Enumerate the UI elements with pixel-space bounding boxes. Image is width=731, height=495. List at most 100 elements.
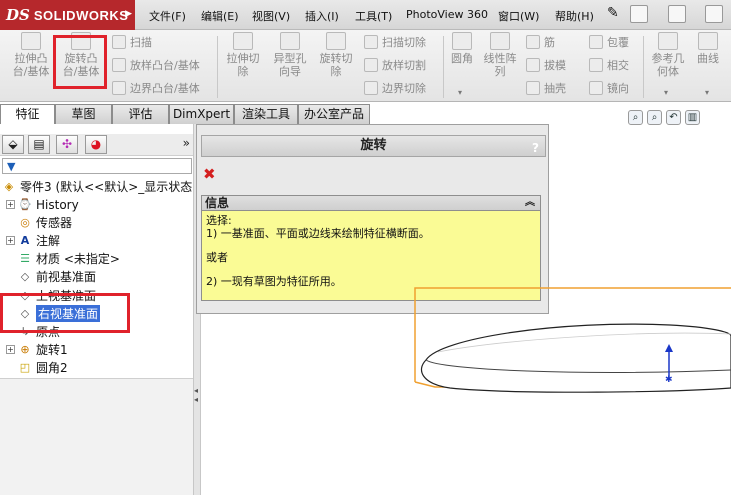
sweep-icon: [112, 35, 126, 49]
expand-icon[interactable]: +: [6, 345, 15, 354]
tab-evaluate[interactable]: 评估: [112, 104, 169, 124]
info-section-title: 信息: [205, 196, 230, 210]
solidworks-logo[interactable]: DS SOLIDWORKS ▶: [0, 0, 135, 30]
sweep-cut-button[interactable]: 扫描切除: [364, 34, 426, 50]
save-icon[interactable]: [705, 5, 723, 23]
zoom-to-fit-icon[interactable]: ⌕: [628, 110, 643, 125]
extrude-cut-button[interactable]: 拉伸切 除: [222, 32, 264, 78]
fillet-dropdown-icon[interactable]: ▾: [458, 88, 462, 97]
feature-tree-tab-icon[interactable]: ⬙: [2, 135, 24, 154]
tree-item-label: 传感器: [36, 216, 73, 230]
menu-edit[interactable]: 编辑(E): [201, 8, 239, 24]
splitter-grip-icon[interactable]: ◂ ◂: [194, 386, 198, 404]
tree-item-front-plane[interactable]: ◇ 前视基准面: [6, 268, 96, 285]
tree-item-history[interactable]: + ⌚ History: [6, 196, 79, 213]
material-icon: ☰: [20, 251, 30, 265]
intersect-label: 相交: [607, 59, 629, 72]
wrap-button[interactable]: 包覆: [589, 34, 629, 50]
menu-file[interactable]: 文件(F): [149, 8, 186, 24]
help-icon[interactable]: ?: [532, 138, 539, 158]
cancel-icon[interactable]: ✖: [203, 165, 216, 183]
loft-cut-label: 放样切割: [382, 59, 426, 72]
tab-sketch[interactable]: 草图: [55, 104, 112, 124]
new-document-icon[interactable]: [630, 5, 648, 23]
boundary-boss-button[interactable]: 边界凸台/基体: [112, 80, 200, 96]
mirror-icon: [589, 81, 603, 95]
pin-icon[interactable]: ✎: [607, 5, 619, 21]
intersect-button[interactable]: 相交: [589, 57, 629, 73]
tree-root-label: 零件3 (默认<<默认>_显示状态: [20, 180, 193, 194]
menu-photoview[interactable]: PhotoView 360: [406, 8, 488, 21]
sweep-label: 扫描: [130, 36, 152, 49]
wrap-label: 包覆: [607, 36, 629, 49]
curves-dropdown-icon[interactable]: ▾: [705, 88, 709, 97]
property-manager-title-bar: 旋转 ?: [201, 135, 546, 157]
loft-boss-icon: [112, 58, 126, 72]
linear-pattern-button[interactable]: 线性阵 列: [480, 32, 520, 78]
draft-button[interactable]: 拔模: [526, 57, 566, 73]
extrude-boss-label: 拉伸凸 台/基体: [12, 52, 50, 78]
model-body[interactable]: [420, 323, 731, 393]
tab-dimxpert[interactable]: DimXpert: [169, 104, 234, 124]
sweep-cut-label: 扫描切除: [382, 36, 426, 49]
extrude-cut-label: 拉伸切 除: [226, 52, 260, 78]
menu-help[interactable]: 帮助(H): [555, 8, 594, 24]
hole-wizard-button[interactable]: 异型孔 向导: [268, 32, 312, 78]
tree-item-sensors[interactable]: ◎ 传感器: [6, 214, 72, 231]
fillet-button[interactable]: 圆角: [446, 32, 478, 65]
section-view-icon[interactable]: ▥: [685, 110, 700, 125]
tree-item-annotations[interactable]: + A 注解: [6, 232, 60, 249]
model-viewport[interactable]: ✱: [380, 270, 731, 495]
boundary-cut-label: 边界切除: [382, 82, 426, 95]
info-line: 选择:: [206, 214, 232, 227]
tree-root[interactable]: ◈ 零件3 (默认<<默认>_显示状态: [2, 178, 193, 195]
boundary-boss-label: 边界凸台/基体: [130, 82, 200, 95]
sweep-button[interactable]: 扫描: [112, 34, 152, 50]
tab-render-tools[interactable]: 渲染工具: [234, 104, 298, 124]
boundary-boss-icon: [112, 81, 126, 95]
previous-view-icon[interactable]: ↶: [666, 110, 681, 125]
reference-geometry-dropdown-icon[interactable]: ▾: [664, 88, 668, 97]
tree-item-fillet2[interactable]: ◰ 圆角2: [6, 359, 68, 376]
collapse-icon[interactable]: ︽: [525, 196, 535, 210]
tree-item-revolve1[interactable]: + ⊕ 旋转1: [6, 341, 68, 358]
origin-marker-icon: ✱: [665, 375, 673, 385]
draft-icon: [526, 58, 540, 72]
menu-window[interactable]: 窗口(W): [498, 8, 539, 24]
shell-label: 抽壳: [544, 82, 566, 95]
reference-geometry-button[interactable]: 参考几 何体: [648, 32, 688, 78]
filter-box[interactable]: ▼: [2, 158, 192, 174]
revolve-cut-label: 旋转切 除: [319, 52, 353, 78]
shell-button[interactable]: 抽壳: [526, 80, 566, 96]
rib-button[interactable]: 筋: [526, 34, 555, 50]
fillet-icon: [452, 32, 472, 50]
mirror-button[interactable]: 镜向: [589, 80, 629, 96]
expand-panel-icon[interactable]: »: [183, 136, 190, 150]
menu-bar: DS SOLIDWORKS ▶ 文件(F) 编辑(E) 视图(V) 插入(I) …: [0, 0, 731, 30]
extrude-boss-button[interactable]: 拉伸凸 台/基体: [9, 32, 53, 78]
loft-cut-button[interactable]: 放样切割: [364, 57, 426, 73]
menu-tools[interactable]: 工具(T): [355, 8, 392, 24]
boundary-cut-button[interactable]: 边界切除: [364, 80, 426, 96]
loft-boss-button[interactable]: 放样凸台/基体: [112, 57, 200, 73]
tree-item-material[interactable]: ☰ 材质 <未指定>: [6, 250, 120, 267]
tab-features[interactable]: 特征: [0, 104, 55, 124]
appearance-tab-icon[interactable]: ◕: [85, 135, 107, 154]
expand-icon[interactable]: +: [6, 200, 15, 209]
open-folder-icon[interactable]: [668, 5, 686, 23]
plane-icon: ◇: [20, 269, 30, 283]
revolve-cut-button[interactable]: 旋转切 除: [314, 32, 358, 78]
info-section-header[interactable]: 信息 ︽: [201, 195, 541, 211]
expand-icon[interactable]: +: [6, 236, 15, 245]
zoom-to-area-icon[interactable]: ⌕: [647, 110, 662, 125]
curves-button[interactable]: 曲线: [692, 32, 724, 65]
tree-item-label: 前视基准面: [36, 270, 97, 284]
tab-office-products[interactable]: 办公室产品: [298, 104, 370, 124]
ds-logo-mark: DS: [6, 6, 30, 24]
tree-item-label: 注解: [36, 234, 61, 248]
property-tab-icon[interactable]: ▤: [28, 135, 50, 154]
menu-view[interactable]: 视图(V): [252, 8, 290, 24]
draft-label: 拔模: [544, 59, 566, 72]
configuration-tab-icon[interactable]: ✣: [56, 135, 78, 154]
menu-insert[interactable]: 插入(I): [305, 8, 339, 24]
